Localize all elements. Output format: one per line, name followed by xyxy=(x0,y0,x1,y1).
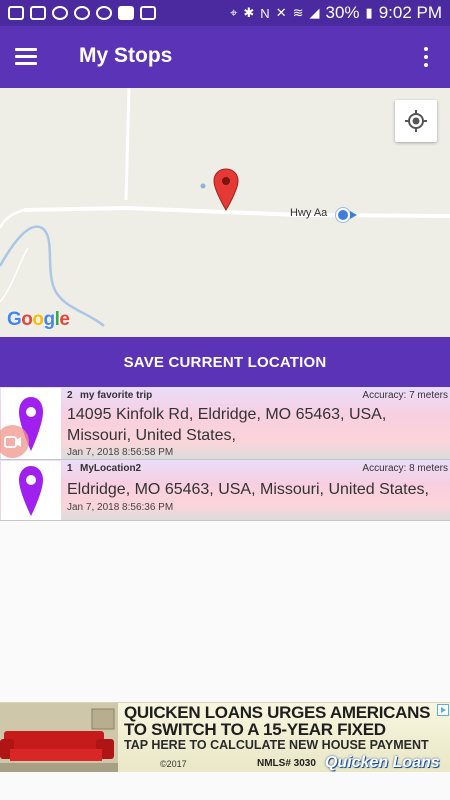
overflow-menu-icon[interactable] xyxy=(412,42,440,72)
map-marker-icon[interactable] xyxy=(213,168,239,212)
stop-index: 1 xyxy=(67,463,73,474)
bluetooth-icon: ✱ xyxy=(243,5,255,20)
heading-arrow-icon xyxy=(350,211,357,219)
status-bar: ⌖ ✱ N ✕ ≋ ◢ 30% ▮ 9:02 PM xyxy=(0,0,450,26)
app-screen: ⌖ ✱ N ✕ ≋ ◢ 30% ▮ 9:02 PM My Stops Hwy A… xyxy=(0,0,450,800)
page-title: My Stops xyxy=(79,44,173,67)
battery-percentage: 30% xyxy=(325,3,360,22)
status-bar-right: ⌖ ✱ N ✕ ≋ ◢ 30% ▮ 9:02 PM xyxy=(230,3,442,23)
mute-icon: ✕ xyxy=(275,5,287,20)
stop-index: 2 xyxy=(67,390,73,401)
document-icon xyxy=(140,6,156,20)
road-label: Hwy Aa xyxy=(290,207,328,219)
crosshair-icon xyxy=(405,110,427,132)
status-bar-left xyxy=(8,6,156,20)
list-item[interactable]: 2 my favorite trip Accuracy: 7 meters 14… xyxy=(0,387,450,460)
stop-accuracy: Accuracy: 8 meters xyxy=(362,463,448,474)
stop-accuracy: Accuracy: 7 meters xyxy=(362,390,448,401)
flipboard-icon xyxy=(118,6,134,20)
ad-copyright: ©2017 xyxy=(160,759,187,769)
sun-icon xyxy=(96,6,112,20)
stop-date: Jan 7, 2018 8:56:58 PM xyxy=(67,447,174,458)
list-item[interactable]: 1 MyLocation2 Accuracy: 8 meters Eldridg… xyxy=(0,460,450,521)
signal-icon: ◢ xyxy=(309,5,320,20)
location-pin-icon xyxy=(19,465,43,516)
stop-thumbnail xyxy=(1,461,61,520)
stop-date: Jan 7, 2018 8:56:36 PM xyxy=(67,502,174,513)
current-location-dot xyxy=(336,208,350,222)
stop-address: 14095 Kinfolk Rd, Eldridge, MO 65463, US… xyxy=(67,406,387,444)
stop-name: my favorite trip xyxy=(80,390,153,401)
battery-icon: ▮ xyxy=(365,5,373,20)
my-location-button[interactable] xyxy=(395,100,437,142)
notification-icon xyxy=(30,6,46,20)
app-bar: My Stops xyxy=(0,26,450,88)
location-icon: ⌖ xyxy=(230,5,238,20)
notification-icon xyxy=(8,6,24,20)
wifi-icon: ≋ xyxy=(292,5,304,20)
ad-brand-logo: Quicken Loans xyxy=(325,754,440,771)
stop-address: Eldridge, MO 65463, USA, Missouri, Unite… xyxy=(67,481,429,498)
google-logo: Google xyxy=(7,309,70,330)
clock: 9:02 PM xyxy=(378,3,442,22)
hamburger-menu-icon[interactable] xyxy=(12,43,40,71)
map-view[interactable]: Hwy Aa Google xyxy=(0,88,450,337)
ad-image xyxy=(0,703,118,772)
ad-nmls: NMLS# 3030 xyxy=(257,758,316,769)
save-current-location-button[interactable]: SAVE CURRENT LOCATION xyxy=(0,337,450,387)
ad-subtext: TAP HERE TO CALCULATE NEW HOUSE PAYMENT xyxy=(124,738,429,752)
map-background xyxy=(0,88,450,327)
stop-name: MyLocation2 xyxy=(80,463,142,474)
stops-list: 2 my favorite trip Accuracy: 7 meters 14… xyxy=(0,387,450,521)
ad-headline: TO SWITCH TO A 15-YEAR FIXED xyxy=(124,720,386,739)
chat-icon xyxy=(74,6,90,20)
nfc-icon: N xyxy=(260,5,270,21)
ad-banner[interactable]: QUICKEN LOANS URGES AMERICANS TO SWITCH … xyxy=(0,702,450,772)
ad-choices-icon[interactable] xyxy=(437,704,449,716)
shield-icon xyxy=(52,6,68,20)
